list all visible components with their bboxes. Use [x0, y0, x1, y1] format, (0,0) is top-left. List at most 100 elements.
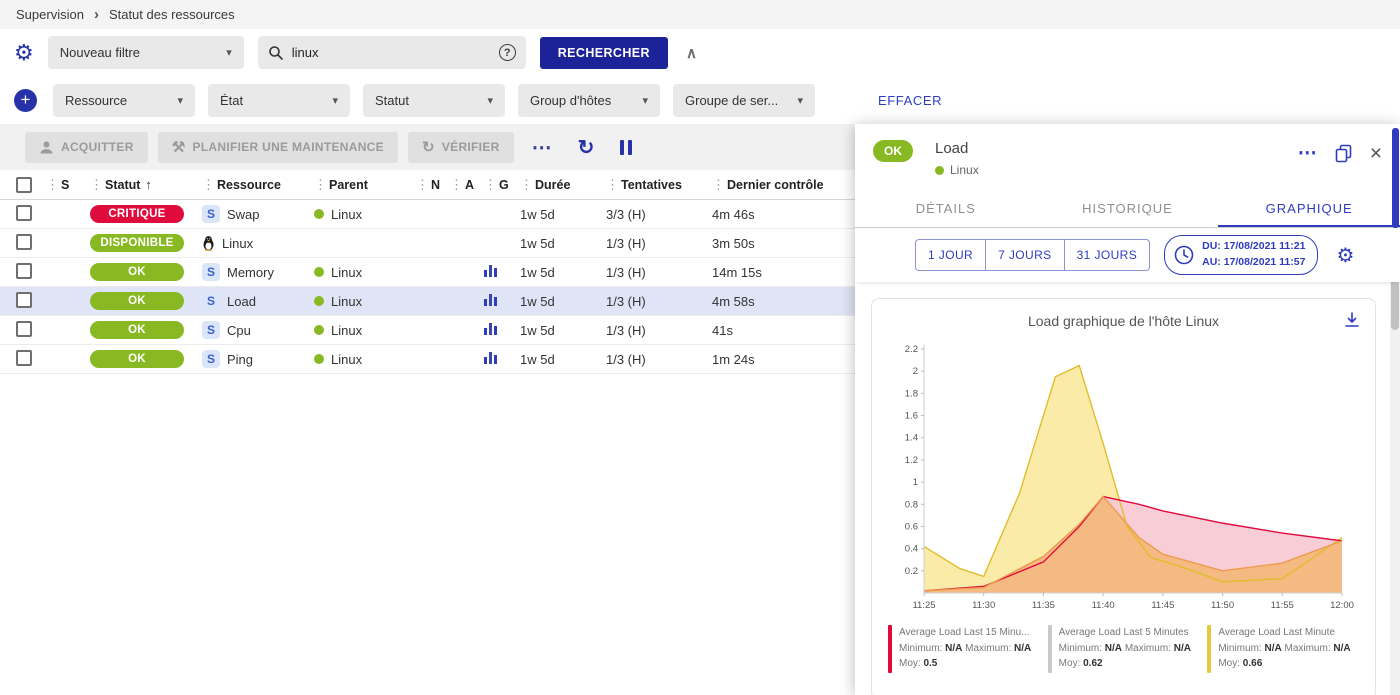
table-row-selected[interactable]: OK S Load Linux 1w 5d	[0, 287, 855, 316]
col-header-action[interactable]: ⋮ A	[450, 177, 484, 193]
table-row[interactable]: CRITIQUE S Swap Linux 1w 5d 3/3 (H) 4m 4…	[0, 200, 855, 229]
time-range-31days-button[interactable]: 31 JOURS	[1065, 239, 1151, 271]
criteria-resource-select[interactable]: Ressource ▾	[53, 84, 195, 117]
duration-cell: 1w 5d	[520, 352, 606, 367]
search-button[interactable]: RECHERCHER	[540, 37, 668, 69]
status-badge: CRITIQUE	[90, 205, 184, 223]
table-row[interactable]: OK S Cpu Linux 1w 5d	[0, 316, 855, 345]
row-checkbox[interactable]	[16, 292, 32, 308]
criteria-hostgroup-select[interactable]: Group d'hôtes ▾	[518, 84, 660, 117]
last-check-cell: 1m 24s	[712, 352, 855, 367]
col-header-last-check[interactable]: ⋮ Dernier contrôle	[712, 177, 855, 193]
graph-icon[interactable]	[484, 351, 498, 364]
service-icon: S	[202, 263, 220, 281]
caret-down-icon: ▾	[177, 94, 183, 107]
graph-settings-gear-icon[interactable]: ⚙	[1336, 243, 1354, 268]
filter-settings-gear-icon[interactable]: ⚙	[14, 42, 34, 64]
svg-text:0.6: 0.6	[904, 521, 917, 532]
tab-details[interactable]: DÉTAILS	[855, 190, 1037, 227]
tab-history[interactable]: HISTORIQUE	[1037, 190, 1219, 227]
graph-icon[interactable]	[484, 264, 498, 277]
copy-link-icon[interactable]	[1335, 144, 1352, 163]
panel-parent-name[interactable]: Linux	[950, 163, 979, 177]
check-button[interactable]: ↻ VÉRIFIER	[408, 132, 514, 163]
parent-name[interactable]: Linux	[331, 294, 362, 309]
table-row[interactable]: DISPONIBLE Linux 1w 5d 1/	[0, 229, 855, 258]
parent-name[interactable]: Linux	[331, 207, 362, 222]
help-icon[interactable]: ?	[499, 44, 516, 61]
load-chart[interactable]: 0.20.40.60.811.21.41.61.822.211:2511:301…	[884, 333, 1364, 623]
resource-name[interactable]: Load	[227, 294, 256, 309]
parent-name[interactable]: Linux	[331, 352, 362, 367]
grip-icon: ⋮	[450, 177, 463, 193]
search-input[interactable]	[292, 45, 491, 60]
panel-scrollbar-thumb-accent[interactable]	[1392, 128, 1399, 228]
close-panel-icon[interactable]: ×	[1370, 143, 1382, 164]
col-header-status[interactable]: ⋮ Statut ↑	[90, 177, 202, 193]
panel-scrollbar[interactable]	[1390, 228, 1400, 695]
host-status-dot	[935, 166, 944, 175]
acknowledge-button[interactable]: ACQUITTER	[25, 132, 148, 163]
col-header-severity[interactable]: ⋮ S	[46, 177, 90, 193]
caret-down-icon: ▾	[797, 94, 803, 107]
svg-text:1.2: 1.2	[904, 455, 917, 466]
host-status-dot	[314, 325, 324, 335]
criteria-status-select[interactable]: Statut ▾	[363, 84, 505, 117]
tries-cell: 1/3 (H)	[606, 323, 712, 338]
svg-text:11:40: 11:40	[1091, 600, 1114, 611]
legend-item-load15[interactable]: Average Load Last 15 Minu... Minimum: N/…	[884, 625, 1044, 673]
legend-color-bar	[1048, 625, 1052, 673]
legend-color-bar	[888, 625, 892, 673]
search-field[interactable]: ?	[258, 36, 526, 69]
col-header-notes[interactable]: ⋮ N	[416, 177, 450, 193]
resource-name[interactable]: Swap	[227, 207, 260, 222]
col-header-parent[interactable]: ⋮ Parent	[314, 177, 416, 193]
col-header-graph[interactable]: ⋮ G	[484, 177, 520, 193]
more-actions-icon[interactable]: ⋯	[532, 135, 552, 160]
parent-name[interactable]: Linux	[331, 265, 362, 280]
maintenance-icon: ⚒	[172, 140, 186, 155]
clock-icon	[1173, 244, 1195, 266]
last-check-cell: 14m 15s	[712, 265, 855, 280]
add-criteria-button[interactable]: +	[14, 89, 37, 112]
export-download-icon[interactable]	[1343, 311, 1361, 329]
select-all-checkbox[interactable]	[16, 177, 32, 193]
legend-item-load1[interactable]: Average Load Last Minute Minimum: N/A Ma…	[1203, 625, 1363, 673]
row-checkbox[interactable]	[16, 263, 32, 279]
time-range-1day-button[interactable]: 1 JOUR	[915, 239, 986, 271]
graph-icon[interactable]	[484, 322, 498, 335]
criteria-state-select[interactable]: État ▾	[208, 84, 350, 117]
clear-filters-button[interactable]: EFFACER	[878, 93, 942, 108]
table-row[interactable]: OK S Ping Linux 1w 5d	[0, 345, 855, 374]
criteria-servicegroup-select[interactable]: Groupe de ser... ▾	[673, 84, 815, 117]
breadcrumb-item-supervision[interactable]: Supervision	[16, 7, 84, 22]
breadcrumb-item-current[interactable]: Statut des ressources	[109, 7, 235, 22]
sort-asc-icon: ↑	[145, 177, 152, 192]
collapse-filters-icon[interactable]: ∧	[686, 44, 697, 62]
row-checkbox[interactable]	[16, 205, 32, 221]
col-header-tries[interactable]: ⋮ Tentatives	[606, 177, 712, 193]
resource-name[interactable]: Cpu	[227, 323, 251, 338]
panel-more-icon[interactable]: ⋯	[1298, 142, 1317, 165]
legend-item-load5[interactable]: Average Load Last 5 Minutes Minimum: N/A…	[1044, 625, 1204, 673]
resource-name[interactable]: Linux	[222, 236, 253, 251]
custom-period-selector[interactable]: DU: 17/08/2021 11:21 AU: 17/08/2021 11:5…	[1164, 235, 1318, 275]
row-checkbox[interactable]	[16, 234, 32, 250]
resource-name[interactable]: Ping	[227, 352, 253, 367]
row-checkbox[interactable]	[16, 321, 32, 337]
resource-name[interactable]: Memory	[227, 265, 274, 280]
saved-filter-select[interactable]: Nouveau filtre ▾	[48, 36, 244, 69]
pause-icon[interactable]	[620, 140, 632, 155]
tab-graph[interactable]: GRAPHIQUE	[1218, 190, 1400, 227]
table-row[interactable]: OK S Memory Linux 1w 5d	[0, 258, 855, 287]
maintenance-button[interactable]: ⚒ PLANIFIER UNE MAINTENANCE	[158, 132, 398, 163]
host-status-dot	[314, 296, 324, 306]
refresh-list-icon[interactable]: ↻	[578, 135, 595, 160]
tries-cell: 1/3 (H)	[606, 236, 712, 251]
parent-name[interactable]: Linux	[331, 323, 362, 338]
time-range-7days-button[interactable]: 7 JOURS	[986, 239, 1064, 271]
graph-icon[interactable]	[484, 293, 498, 306]
col-header-duration[interactable]: ⋮ Durée	[520, 177, 606, 193]
row-checkbox[interactable]	[16, 350, 32, 366]
col-header-resource[interactable]: ⋮ Ressource	[202, 177, 314, 193]
